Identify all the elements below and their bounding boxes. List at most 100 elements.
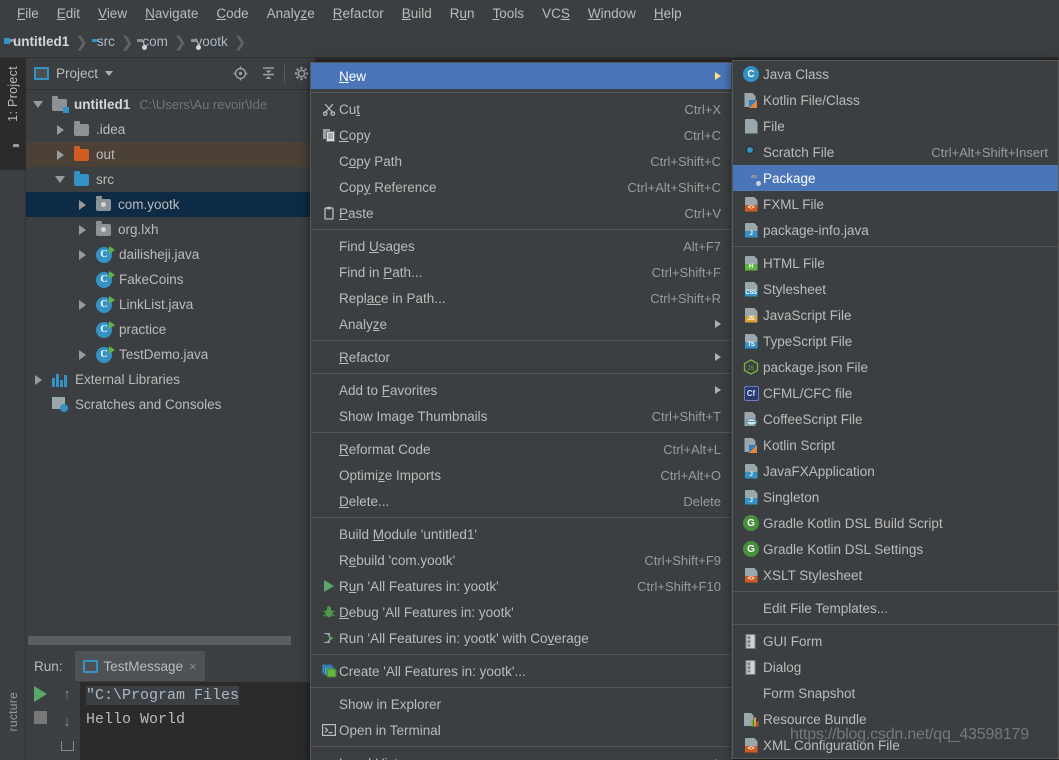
new-submenu-item-edit-file-templates[interactable]: Edit File Templates... xyxy=(733,595,1058,621)
new-submenu-item-java-class[interactable]: C Java Class xyxy=(733,61,1058,87)
menu-view[interactable]: View xyxy=(89,4,136,23)
console-output[interactable]: "C:\Program Files Hello World xyxy=(80,682,316,760)
scroll-up-icon[interactable]: ↑ xyxy=(63,687,71,702)
new-submenu-item-package-json-file[interactable]: JS package.json File xyxy=(733,354,1058,380)
context-menu-item-run-all-features-in-yootk-with-coverage[interactable]: Run 'All Features in: yootk' with Covera… xyxy=(311,625,731,651)
tree-row[interactable]: C LinkList.java xyxy=(26,292,315,317)
breadcrumb-item-untitled1[interactable]: untitled1 xyxy=(8,34,69,49)
menu-run[interactable]: Run xyxy=(441,4,484,23)
menu-navigate[interactable]: Navigate xyxy=(136,4,207,23)
menu-help[interactable]: Help xyxy=(645,4,691,23)
tree-expander[interactable] xyxy=(52,176,68,183)
tree-row[interactable]: External Libraries xyxy=(26,367,315,392)
context-menu-item-debug-all-features-in-yootk[interactable]: Debug 'All Features in: yootk' xyxy=(311,599,731,625)
menu-code[interactable]: Code xyxy=(207,4,257,23)
tree-expander[interactable] xyxy=(30,101,46,108)
context-menu-item-find-usages[interactable]: Find Usages Alt+F7 xyxy=(311,233,731,259)
menu-file[interactable]: File xyxy=(8,4,48,23)
tree-row[interactable]: out xyxy=(26,142,315,167)
menu-analyze[interactable]: Analyze xyxy=(258,4,324,23)
new-submenu-item-html-file[interactable]: H HTML File xyxy=(733,250,1058,276)
new-submenu-item-stylesheet[interactable]: CSS Stylesheet xyxy=(733,276,1058,302)
context-menu-item-show-in-explorer[interactable]: Show in Explorer xyxy=(311,691,731,717)
context-menu-item-build-module-untitled1[interactable]: Build Module 'untitled1' xyxy=(311,521,731,547)
tree-row[interactable]: untitled1 C:\Users\Au revoir\Ide xyxy=(26,92,315,117)
stop-icon[interactable] xyxy=(33,711,47,724)
context-menu-item-reformat-code[interactable]: Reformat Code Ctrl+Alt+L xyxy=(311,436,731,462)
tree-expander[interactable] xyxy=(52,149,68,160)
locate-icon[interactable] xyxy=(226,58,254,90)
collapse-all-icon[interactable] xyxy=(254,58,282,90)
menu-tools[interactable]: Tools xyxy=(484,4,534,23)
menu-vcs[interactable]: VCS xyxy=(533,4,579,23)
new-submenu-item-cfml-cfc-file[interactable]: Cf CFML/CFC file xyxy=(733,380,1058,406)
new-submenu-item-form-snapshot[interactable]: Form Snapshot xyxy=(733,680,1058,706)
context-menu-item-local-history[interactable]: Local History xyxy=(311,750,731,760)
context-menu-item-delete[interactable]: Delete... Delete xyxy=(311,488,731,514)
new-submenu-item-singleton[interactable]: J Singleton xyxy=(733,484,1058,510)
new-submenu-item-fxml-file[interactable]: <> FXML File xyxy=(733,191,1058,217)
tree-expander[interactable] xyxy=(74,249,90,260)
context-menu-item-show-image-thumbnails[interactable]: Show Image Thumbnails Ctrl+Shift+T xyxy=(311,403,731,429)
tree-row[interactable]: Cpractice xyxy=(26,317,315,342)
new-submenu-item-package[interactable]: Package xyxy=(733,165,1058,191)
breadcrumb-item-yootk[interactable]: yootk xyxy=(191,34,228,49)
new-submenu-item-kotlin-file-class[interactable]: Kotlin File/Class xyxy=(733,87,1058,113)
context-menu-item-add-to-favorites[interactable]: Add to Favorites xyxy=(311,377,731,403)
context-menu-item-create-all-features-in-yootk[interactable]: Create 'All Features in: yootk'... xyxy=(311,658,731,684)
new-submenu-item-xslt-stylesheet[interactable]: <> XSLT Stylesheet xyxy=(733,562,1058,588)
context-menu-item-open-in-terminal[interactable]: Open in Terminal xyxy=(311,717,731,743)
context-menu-item-replace-in-path[interactable]: Replace in Path... Ctrl+Shift+R xyxy=(311,285,731,311)
menu-build[interactable]: Build xyxy=(393,4,441,23)
context-menu-item-copy[interactable]: Copy Ctrl+C xyxy=(311,122,731,148)
tree-row[interactable]: src xyxy=(26,167,315,192)
new-submenu-item-gui-form[interactable]: GUI Form xyxy=(733,628,1058,654)
tree-row[interactable]: org.lxh xyxy=(26,217,315,242)
project-view-selector[interactable]: Project xyxy=(34,66,114,81)
run-configuration-tab[interactable]: TestMessage × xyxy=(74,651,205,681)
menu-refactor[interactable]: Refactor xyxy=(324,4,393,23)
soft-wrap-icon[interactable] xyxy=(60,741,74,751)
new-submenu-item-javascript-file[interactable]: JS JavaScript File xyxy=(733,302,1058,328)
context-menu-item-cut[interactable]: Cut Ctrl+X xyxy=(311,96,731,122)
context-menu-item-find-in-path[interactable]: Find in Path... Ctrl+Shift+F xyxy=(311,259,731,285)
context-menu-item-optimize-imports[interactable]: Optimize Imports Ctrl+Alt+O xyxy=(311,462,731,488)
new-submenu-item-file[interactable]: File xyxy=(733,113,1058,139)
rerun-play-icon[interactable] xyxy=(33,686,47,702)
tree-row[interactable]: C FakeCoins xyxy=(26,267,315,292)
menu-window[interactable]: Window xyxy=(579,4,645,23)
new-submenu-item-javafxapplication[interactable]: J JavaFXApplication xyxy=(733,458,1058,484)
tree-row[interactable]: .idea xyxy=(26,117,315,142)
new-submenu-item-dialog[interactable]: Dialog xyxy=(733,654,1058,680)
context-menu-item-refactor[interactable]: Refactor xyxy=(311,344,731,370)
context-menu-item-analyze[interactable]: Analyze xyxy=(311,311,731,337)
context-menu-item-paste[interactable]: Paste Ctrl+V xyxy=(311,200,731,226)
new-submenu-item-gradle-kotlin-dsl-settings[interactable]: G Gradle Kotlin DSL Settings xyxy=(733,536,1058,562)
tree-expander[interactable] xyxy=(52,124,68,135)
scrollbar-thumb[interactable] xyxy=(28,636,291,645)
breadcrumb-item-com[interactable]: com xyxy=(137,34,168,49)
tree-expander[interactable] xyxy=(74,199,90,210)
new-submenu-item-kotlin-script[interactable]: Kotlin Script xyxy=(733,432,1058,458)
context-menu-item-copy-path[interactable]: Copy Path Ctrl+Shift+C xyxy=(311,148,731,174)
tool-window-button-structure[interactable]: ructure xyxy=(0,688,26,760)
context-menu-item-new[interactable]: New xyxy=(311,63,731,89)
tool-window-button-project[interactable]: 1: Project xyxy=(0,58,26,170)
tree-row[interactable]: com.yootk xyxy=(26,192,315,217)
menu-edit[interactable]: Edit xyxy=(48,4,89,23)
new-submenu-item-scratch-file[interactable]: Scratch File Ctrl+Alt+Shift+Insert xyxy=(733,139,1058,165)
new-submenu-item-typescript-file[interactable]: TS TypeScript File xyxy=(733,328,1058,354)
tree-row[interactable]: Scratches and Consoles xyxy=(26,392,315,417)
context-menu-item-run-all-features-in-yootk[interactable]: Run 'All Features in: yootk' Ctrl+Shift+F… xyxy=(311,573,731,599)
tree-expander[interactable] xyxy=(74,224,90,235)
tree-expander[interactable] xyxy=(74,349,90,360)
tree-row[interactable]: Cdailisheji.java xyxy=(26,242,315,267)
context-menu-item-rebuild-com-yootk[interactable]: Rebuild 'com.yootk' Ctrl+Shift+F9 xyxy=(311,547,731,573)
tree-expander[interactable] xyxy=(74,299,90,310)
new-submenu-item-gradle-kotlin-dsl-build-script[interactable]: G Gradle Kotlin DSL Build Script xyxy=(733,510,1058,536)
context-menu-item-copy-reference[interactable]: Copy Reference Ctrl+Alt+Shift+C xyxy=(311,174,731,200)
new-submenu-item-coffeescript-file[interactable]: CoffeeScript File xyxy=(733,406,1058,432)
tree-expander[interactable] xyxy=(30,374,46,385)
scroll-down-icon[interactable]: ↓ xyxy=(63,714,71,729)
project-horizontal-scrollbar[interactable] xyxy=(26,633,316,647)
